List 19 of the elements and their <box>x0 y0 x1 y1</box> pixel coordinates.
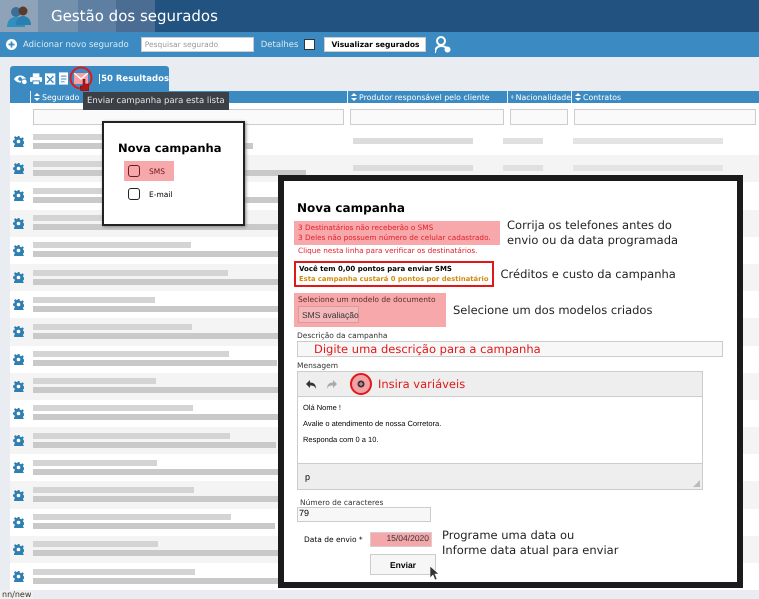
send-button[interactable]: Enviar <box>370 554 436 575</box>
template-select[interactable]: SMS avaliação <box>298 306 359 323</box>
details-label: Detalhes <box>260 40 298 50</box>
character-count-field: 79 <box>297 507 431 522</box>
annotation-note: Créditos e custo da campanha <box>500 266 676 282</box>
annotation-note: Insira variáveis <box>378 377 466 391</box>
annotation-note: Programe uma data ou Informe data atual para enviar <box>442 528 618 559</box>
dialog-title: Nova campanha <box>297 201 406 215</box>
element-path: p <box>305 472 310 482</box>
send-date-field[interactable]: 15/04/2020 <box>370 532 432 547</box>
status-url: nn/new <box>0 590 34 599</box>
annotation-note: Corrija os telefones antes do envio ou da data programada <box>507 218 678 249</box>
results-count: 50 Resultados <box>99 74 169 84</box>
annotation-note: Selecione um dos modelos criados <box>453 302 652 318</box>
page-title: Gestão dos segurados <box>51 7 218 25</box>
results-tab[interactable]: 50 Resultados <box>10 66 169 91</box>
tooltip: Enviar campanha para esta lista <box>83 92 229 110</box>
description-field[interactable]: Digite uma descrição para a campanha <box>297 341 723 357</box>
popup-title: Nova campanha <box>118 141 222 155</box>
